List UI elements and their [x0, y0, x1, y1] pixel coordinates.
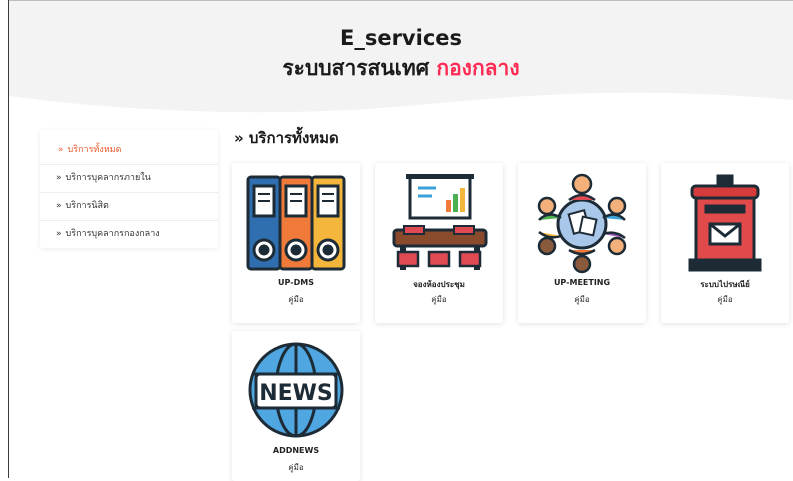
subtitle-accent: กองกลาง [436, 56, 520, 80]
binders-icon [246, 175, 346, 271]
manual-link[interactable]: คู่มือ [661, 293, 789, 306]
sidebar-item-label: บริการบุคลากรภายใน [65, 173, 151, 183]
meeting-people-icon [537, 173, 627, 274]
subtitle-prefix: ระบบสารสนเทศ [282, 56, 430, 80]
sidebar-item-label: บริการนิสิต [65, 201, 109, 211]
card-title: จองห้องประชุม [413, 280, 465, 289]
manual-link[interactable]: คู่มือ [232, 293, 360, 306]
news-globe-icon: NEWS [248, 342, 344, 438]
app-subtitle: ระบบสารสนเทศ กองกลาง [9, 52, 793, 85]
news-icon-text: NEWS [259, 381, 333, 406]
sidebar: » บริการทั้งหมด » บริการบุคลากรภายใน » บริก… [40, 130, 218, 248]
sidebar-item-all-services[interactable]: » บริการทั้งหมด [40, 130, 218, 165]
section-title: » บริการทั้งหมด [234, 129, 339, 147]
chevron-double-right-icon: » [58, 145, 64, 155]
header-wave-divider [9, 92, 793, 116]
card-title: UP-MEETING [553, 278, 611, 287]
manual-link[interactable]: คู่มือ [232, 461, 360, 474]
card-title: ADDNEWS [272, 446, 320, 455]
mailbox-icon [688, 174, 762, 272]
meeting-room-icon [392, 174, 488, 270]
manual-link[interactable]: คู่มือ [518, 293, 646, 306]
sidebar-item-label: บริการทั้งหมด [67, 145, 122, 155]
sidebar-item-internal-staff[interactable]: » บริการบุคลากรภายใน [40, 165, 218, 193]
service-card-up-meeting[interactable]: UP-MEETING คู่มือ [518, 163, 646, 323]
page-header: E_services ระบบสารสนเทศ กองกลาง [9, 1, 793, 116]
service-card-room-booking[interactable]: จองห้องประชุม คู่มือ [375, 163, 503, 323]
sidebar-item-students[interactable]: » บริการนิสิต [40, 193, 218, 221]
chevron-double-right-icon: » [56, 201, 62, 211]
service-card-postal-system[interactable]: ระบบไปรษณีย์ คู่มือ [661, 163, 789, 323]
sidebar-item-label: บริการบุคลากรกองกลาง [65, 229, 160, 239]
service-card-addnews[interactable]: NEWS ADDNEWS คู่มือ [232, 331, 360, 481]
card-title: UP-DMS [278, 278, 314, 287]
card-title: ระบบไปรษณีย์ [700, 280, 750, 289]
chevron-double-right-icon: » [56, 229, 62, 239]
manual-link[interactable]: คู่มือ [375, 293, 503, 306]
chevron-double-right-icon: » [56, 173, 62, 183]
sidebar-item-central-staff[interactable]: » บริการบุคลากรกองกลาง [40, 221, 218, 248]
service-card-up-dms[interactable]: UP-DMS คู่มือ [232, 163, 360, 323]
app-title: E_services [339, 26, 463, 50]
